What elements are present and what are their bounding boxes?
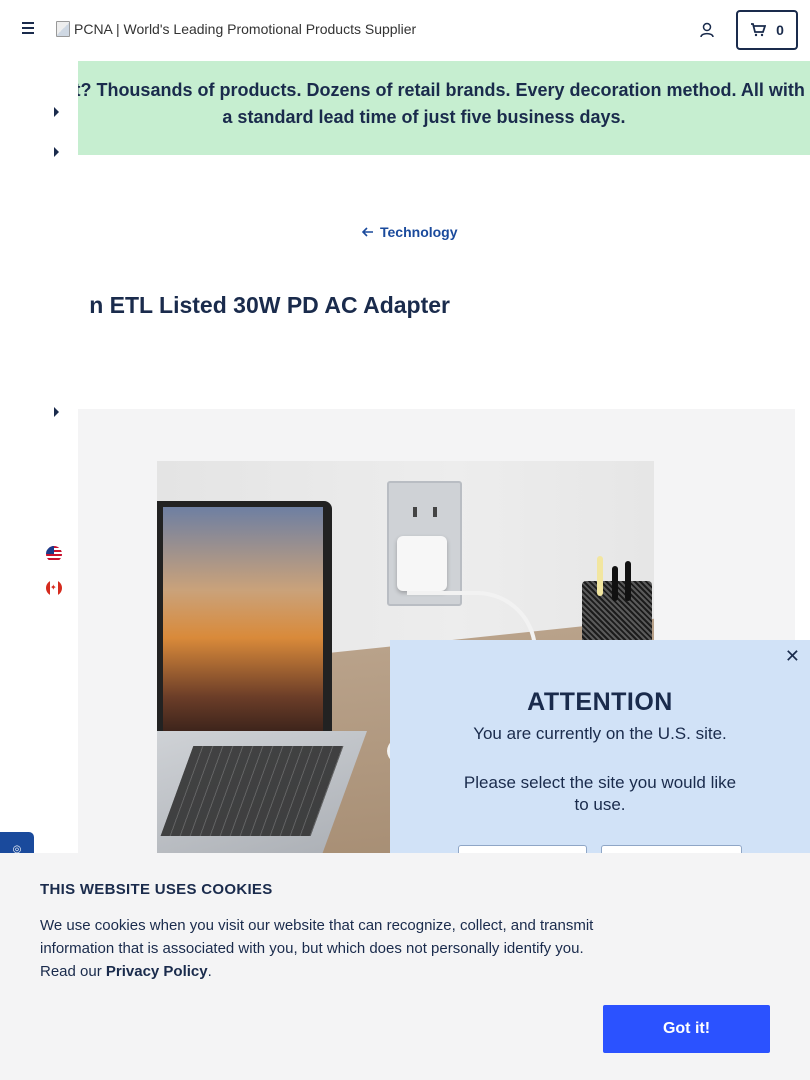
cookie-body-end: .	[207, 963, 212, 980]
product-title-wrap: n ETL Listed 30W PD AC Adapter	[0, 292, 500, 322]
cart-button[interactable]: 0	[736, 10, 798, 50]
photo-pen	[612, 566, 618, 601]
canada-flag-icon[interactable]	[46, 580, 62, 596]
logo-alt-text: PCNA | World's Leading Promotional Produ…	[74, 21, 417, 37]
caret-right-icon[interactable]	[54, 407, 59, 417]
back-to-category-link[interactable]: Technology	[362, 224, 458, 240]
close-icon[interactable]: ✕	[785, 646, 800, 667]
site-logo[interactable]: PCNA | World's Leading Promotional Produ…	[56, 21, 416, 37]
caret-right-icon[interactable]	[54, 107, 59, 117]
cookie-heading: THIS WEBSITE USES COOKIES	[40, 881, 273, 898]
photo-highlighter	[597, 556, 603, 596]
promo-banner: Wait? Thousands of products. Dozens of r…	[78, 61, 810, 155]
photo-charger	[397, 536, 447, 591]
modal-heading: ATTENTION	[527, 688, 673, 716]
cart-count: 0	[776, 22, 784, 38]
broken-image-icon	[56, 21, 70, 37]
caret-right-icon[interactable]	[54, 147, 59, 157]
us-flag-icon[interactable]	[46, 546, 62, 562]
cookie-text: We use cookies when you visit our websit…	[40, 914, 610, 983]
arrow-left-icon	[362, 227, 373, 237]
privacy-policy-link[interactable]: Privacy Policy	[106, 963, 208, 980]
site-header: PCNA | World's Leading Promotional Produ…	[0, 0, 810, 61]
promo-text: Wait? Thousands of products. Dozens of r…	[78, 80, 805, 127]
account-icon[interactable]	[698, 21, 716, 39]
hamburger-menu-icon[interactable]	[20, 22, 36, 38]
modal-prompt: Please select the site you would like to…	[463, 773, 737, 814]
cookie-banner: THIS WEBSITE USES COOKIES We use cookies…	[0, 853, 810, 1080]
photo-pen	[625, 561, 631, 601]
modal-current-site: You are currently on the U.S. site.	[473, 724, 727, 743]
cart-icon	[751, 23, 767, 37]
photo-laptop-screen	[157, 501, 332, 751]
back-link-label: Technology	[380, 224, 458, 240]
accept-cookies-button[interactable]: Got it!	[603, 1005, 770, 1053]
product-title: n ETL Listed 30W PD AC Adapter	[89, 292, 450, 318]
